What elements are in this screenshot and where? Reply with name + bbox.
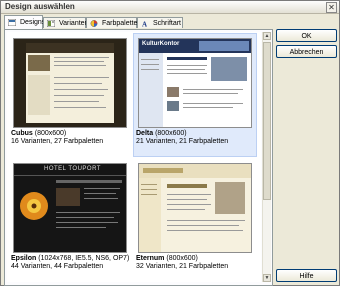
design-thumbnail: KulturKontor	[138, 38, 252, 128]
thumb-header-text: HOTEL TOUPORT	[44, 166, 101, 172]
help-button[interactable]: Hilfe	[276, 269, 337, 282]
font-icon: A	[142, 21, 147, 27]
tab-palettes[interactable]: Farbpaletten	[86, 17, 141, 28]
design-name: Eternum	[136, 255, 165, 262]
flower-illustration	[20, 192, 48, 220]
design-name: Delta	[136, 130, 154, 137]
tab-variants[interactable]: Varianten	[43, 17, 89, 28]
dialog-title: Design auswählen	[5, 2, 75, 11]
design-card-eternum[interactable]: Eternum (800x600) 32 Varianten, 21 Farbp…	[134, 159, 256, 281]
thumb-header-text: KulturKontor	[142, 41, 180, 47]
design-card-epsilon[interactable]: HOTEL TOUPORT Epsilon (1024x768, IE5.5, …	[9, 159, 131, 281]
tab-label: Schriftart	[153, 20, 182, 27]
design-thumbnail	[13, 38, 127, 128]
design-meta: 21 Varianten, 21 Farbpaletten	[136, 138, 229, 145]
design-name-line: Epsilon (1024x768, IE5.5, NS6, OP7)	[11, 255, 129, 262]
design-dialog: Design auswählen ✕ Designs Varianten Far…	[0, 0, 340, 286]
close-button[interactable]: ✕	[326, 2, 337, 13]
scroll-down-button[interactable]: ▼	[263, 274, 271, 282]
chevron-down-icon: ▼	[264, 275, 270, 281]
design-thumbnail	[138, 163, 252, 253]
design-meta: 32 Varianten, 21 Farbpaletten	[136, 263, 229, 270]
design-meta: 16 Varianten, 27 Farbpaletten	[11, 138, 104, 145]
design-resolution: (800x600)	[155, 130, 187, 137]
design-thumbnail: HOTEL TOUPORT	[13, 163, 127, 253]
svg-text:A: A	[142, 21, 147, 27]
design-name: Epsilon	[11, 255, 37, 262]
designs-panel: Cubus (800x600) 16 Varianten, 27 Farbpal…	[4, 29, 273, 286]
design-card-cubus[interactable]: Cubus (800x600) 16 Varianten, 27 Farbpal…	[9, 34, 131, 156]
vertical-scrollbar[interactable]: ▲ ▼	[262, 32, 271, 282]
tab-font[interactable]: A Schriftart	[137, 17, 183, 28]
design-resolution: (800x600)	[34, 130, 67, 137]
tab-label: Designs	[20, 19, 46, 26]
cancel-button[interactable]: Abbrechen	[276, 45, 337, 58]
designs-icon	[8, 19, 16, 26]
design-card-delta[interactable]: KulturKontor Delta (800x600) 21 Variante…	[133, 33, 257, 157]
scroll-thumb[interactable]	[263, 42, 271, 200]
tab-strip: Designs Varianten Farbpaletten A Schrift…	[4, 15, 264, 30]
tab-designs[interactable]: Designs	[4, 15, 46, 29]
ok-button[interactable]: OK	[276, 29, 337, 42]
palette-icon	[90, 20, 98, 27]
close-icon: ✕	[328, 3, 335, 12]
tab-label: Farbpaletten	[102, 20, 142, 27]
chevron-up-icon: ▲	[264, 33, 270, 39]
design-meta: 44 Varianten, 44 Farbpaletten	[11, 263, 104, 270]
design-gallery: Cubus (800x600) 16 Varianten, 27 Farbpal…	[7, 32, 261, 282]
tab-label: Varianten	[59, 20, 89, 27]
design-resolution: (800x600)	[166, 255, 198, 262]
variants-icon	[47, 20, 55, 27]
design-resolution: (1024x768, IE5.5, NS6, OP7)	[38, 255, 130, 262]
design-name: Cubus	[11, 130, 33, 137]
scroll-up-button[interactable]: ▲	[263, 32, 271, 40]
title-bar[interactable]: Design auswählen ✕	[1, 1, 339, 14]
design-name-line: Eternum (800x600)	[136, 255, 198, 262]
design-name-line: Delta (800x600)	[136, 130, 187, 137]
design-name-line: Cubus (800x600)	[11, 130, 66, 137]
